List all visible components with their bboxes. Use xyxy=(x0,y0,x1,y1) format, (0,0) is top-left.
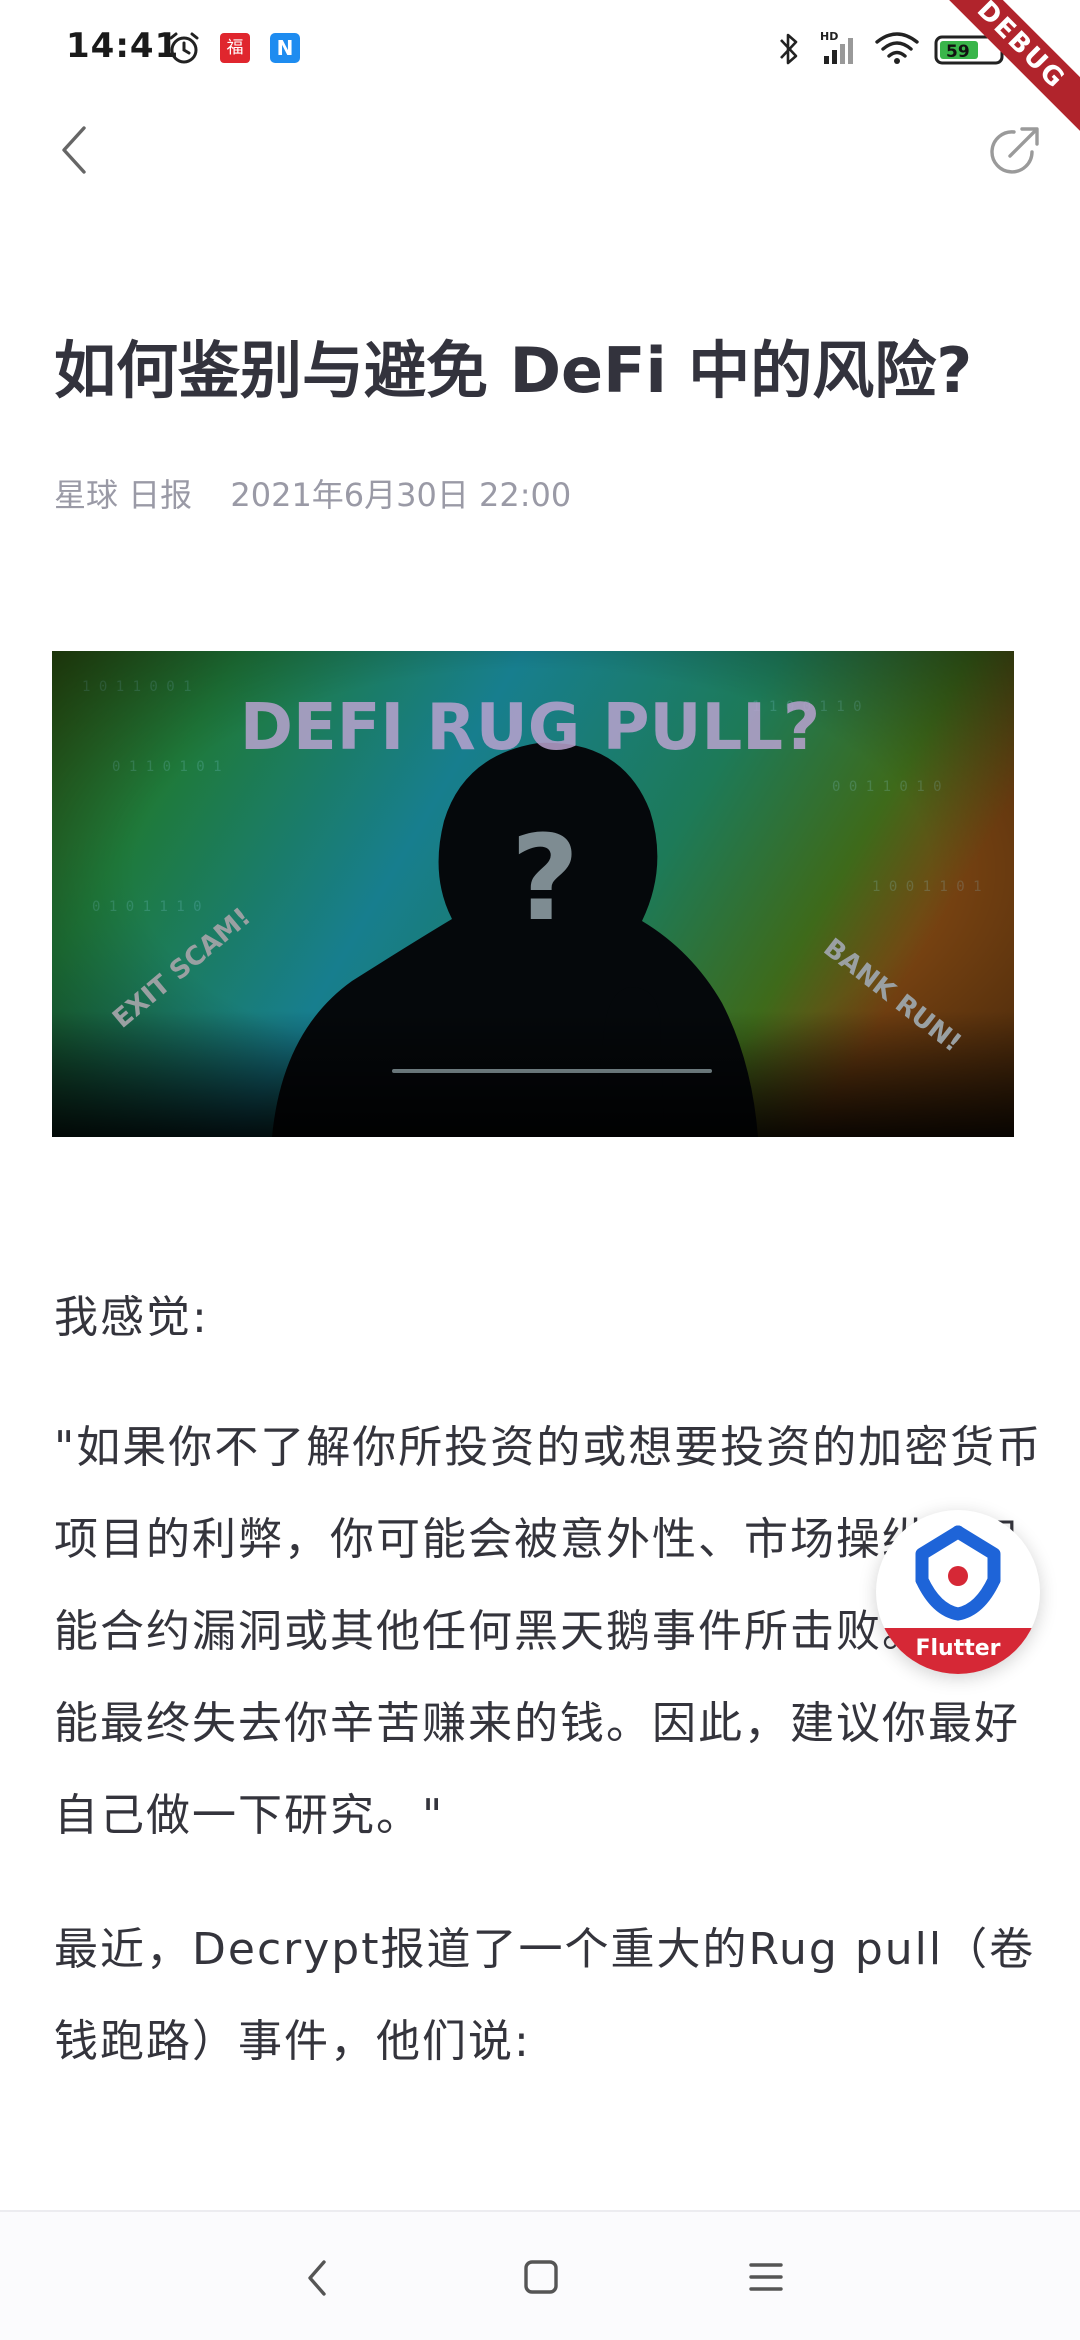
status-bar: 14:41 福 N HD 59 DEBUG xyxy=(0,0,1080,147)
battery-level: 59 xyxy=(946,42,970,62)
app-notification-icon: N xyxy=(270,33,300,63)
alarm-icon xyxy=(166,30,202,70)
back-button[interactable] xyxy=(56,124,92,180)
share-icon xyxy=(990,127,1039,174)
hero-headline: DEFI RUG PULL? xyxy=(240,691,820,765)
article-hero-image: 1 0 1 1 0 0 1 0 1 1 0 1 0 1 1 1 0 0 1 1 … xyxy=(52,651,1014,1137)
flutter-label: Flutter xyxy=(876,1628,1040,1674)
article-meta: 星球 日报 2021年6月30日 22:00 xyxy=(54,470,571,516)
bluetooth-icon xyxy=(776,30,802,72)
question-mark-icon: ? xyxy=(511,809,579,947)
article-screen: 14:41 福 N HD 59 DEBUG 如何鉴别与避免 DeFi 中的风险?… xyxy=(0,0,1080,2340)
article-paragraph: 最近，Decrypt报道了一个重大的Rug pull（卷钱跑路）事件，他们说: xyxy=(54,1924,1036,2067)
article-title: 如何鉴别与避免 DeFi 中的风险? xyxy=(54,334,973,407)
article-source: 星球 日报 xyxy=(54,476,193,514)
flutter-inspector-button[interactable]: Flutter xyxy=(876,1510,1040,1674)
share-button[interactable] xyxy=(988,124,1042,182)
nav-home-icon[interactable] xyxy=(522,2258,560,2300)
status-time: 14:41 xyxy=(66,26,180,66)
article-paragraph: 我感觉: xyxy=(54,1292,209,1343)
app-notification-icon: 福 xyxy=(220,33,250,63)
wifi-icon xyxy=(874,30,920,70)
signal-label: HD xyxy=(820,30,838,43)
article-body: 我感觉: "如果你不了解你所投资的或想要投资的加密货币项目的利弊，你可能会被意外… xyxy=(54,1272,1044,2130)
article-date: 2021年6月30日 22:00 xyxy=(230,476,572,514)
chevron-left-icon xyxy=(62,126,86,174)
nav-back-icon[interactable] xyxy=(298,2256,338,2304)
signal-icon: HD xyxy=(818,30,866,72)
system-navigation-bar xyxy=(0,2210,1080,2340)
nav-menu-icon[interactable] xyxy=(748,2258,784,2300)
